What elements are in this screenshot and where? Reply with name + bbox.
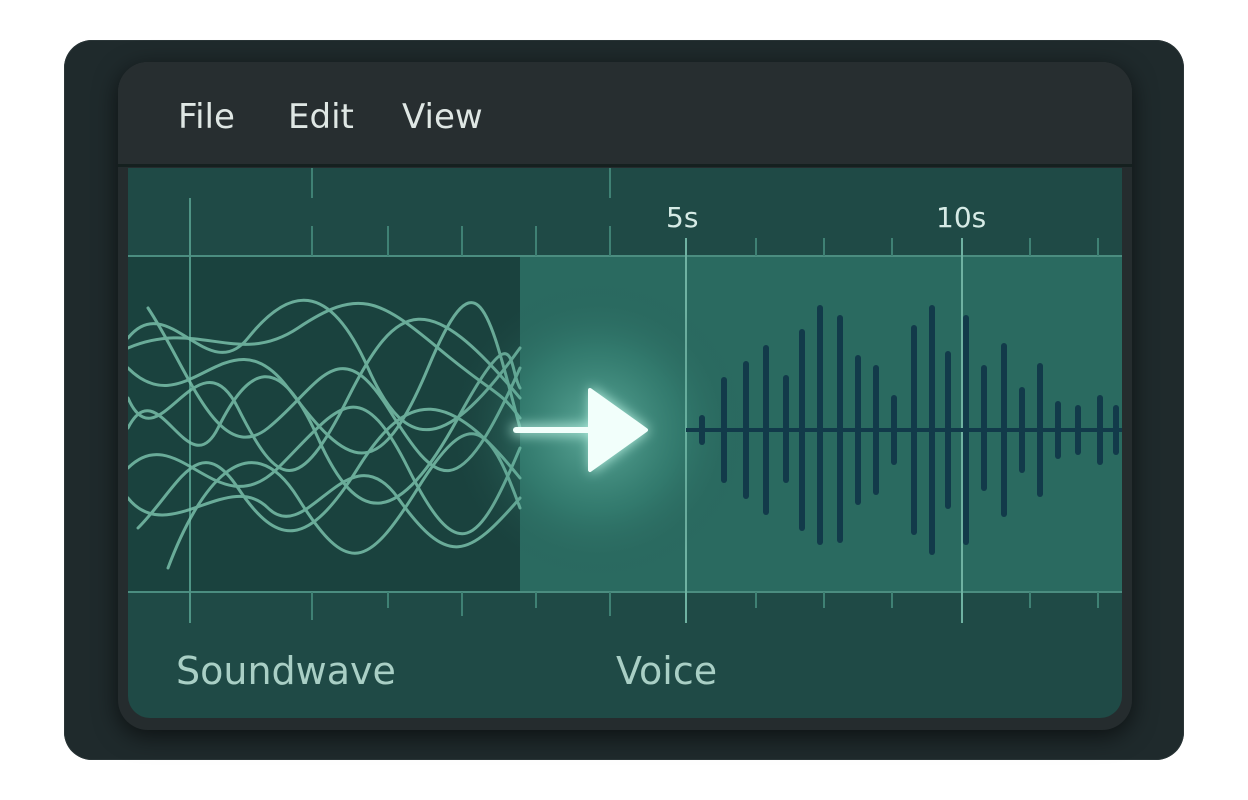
bottom-minor-ticks bbox=[311, 592, 1099, 620]
menu-edit[interactable]: Edit bbox=[288, 100, 354, 134]
menu-view[interactable]: View bbox=[402, 100, 483, 134]
menu-file[interactable]: File bbox=[178, 100, 235, 134]
voice-label: Voice bbox=[616, 649, 718, 693]
menu-bar: File Edit View bbox=[118, 62, 1132, 167]
soundwave-label: Soundwave bbox=[176, 649, 396, 693]
timeline-tick-5s: 5s bbox=[666, 201, 699, 234]
waveform-canvas bbox=[128, 168, 1122, 623]
timeline-tick-10s: 10s bbox=[936, 201, 987, 234]
waveform-panel: 5s 10s Soundwave Voice bbox=[128, 168, 1122, 718]
editor-window: File Edit View 5s 10s Soundwave Voice bbox=[118, 62, 1132, 730]
